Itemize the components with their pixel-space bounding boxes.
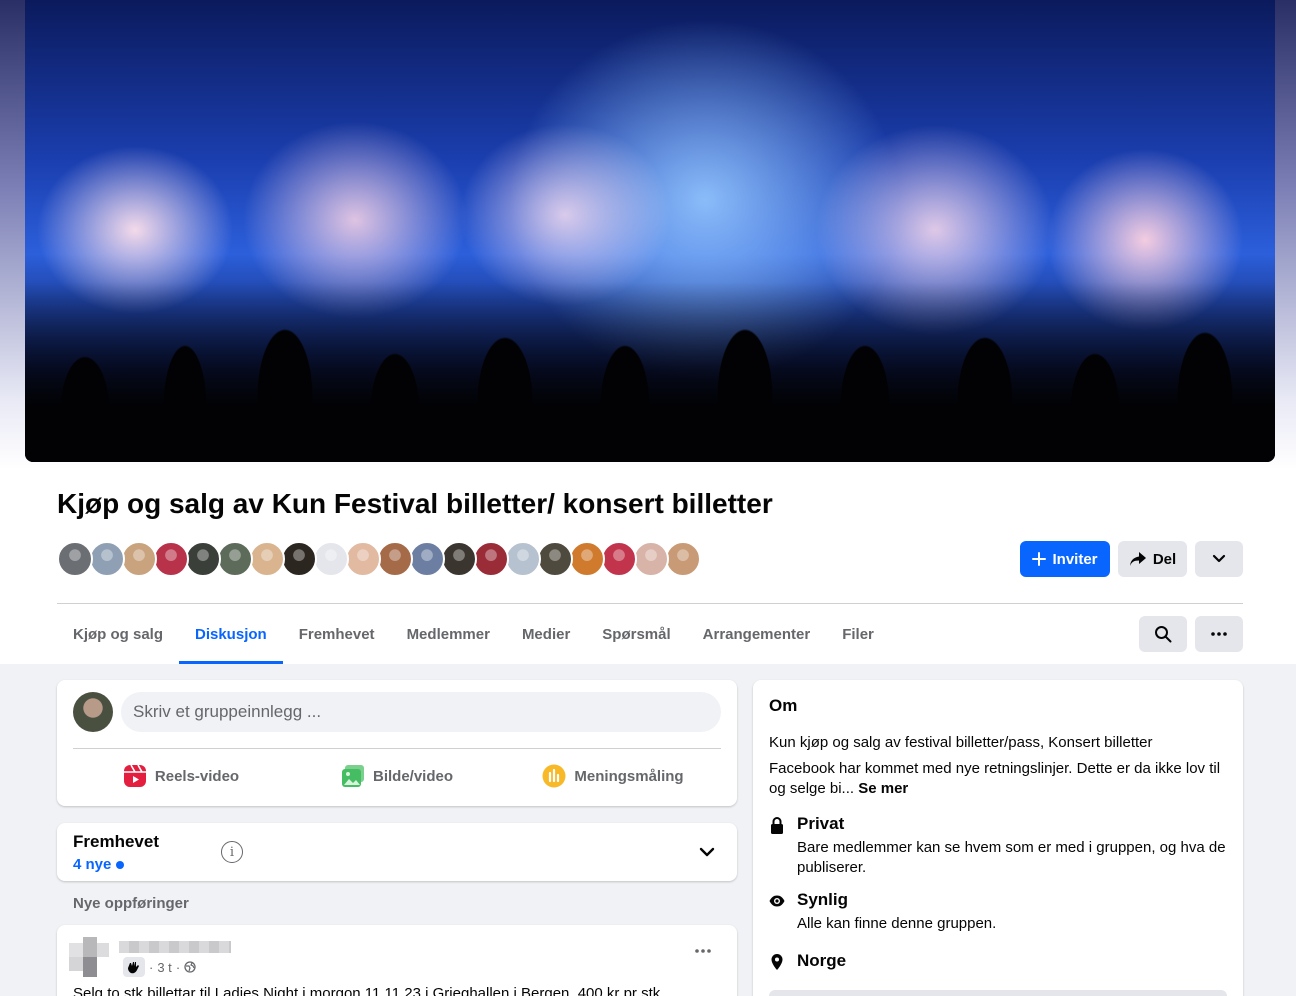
post-author-name-blurred[interactable] xyxy=(119,941,231,953)
tab-kjøp-og-salg[interactable]: Kjøp og salg xyxy=(57,604,179,664)
about-guidelines-snippet: Facebook har kommet med nye retningslinj… xyxy=(769,760,1221,797)
cover-photo[interactable] xyxy=(25,0,1275,462)
member-avatar[interactable] xyxy=(633,541,669,577)
waving-hand-badge-icon xyxy=(123,957,145,977)
about-guidelines-text: Facebook har kommet med nye retningslinj… xyxy=(769,759,1229,799)
featured-section[interactable]: Fremhevet 4 nye i xyxy=(57,823,737,881)
member-avatar[interactable] xyxy=(313,541,349,577)
featured-new-count: 4 nye xyxy=(73,856,125,873)
create-post-placeholder: Skriv et gruppeinnlegg ... xyxy=(133,702,322,721)
reels-video-button[interactable]: Reels-video xyxy=(73,756,289,796)
invite-label: Inviter xyxy=(1052,550,1098,568)
member-avatar[interactable] xyxy=(473,541,509,577)
learn-more-button[interactable] xyxy=(769,990,1227,996)
tab-arrangementer[interactable]: Arrangementer xyxy=(687,604,827,664)
post-author-avatar[interactable] xyxy=(69,933,113,977)
search-group-button[interactable] xyxy=(1139,616,1187,652)
member-avatar[interactable] xyxy=(345,541,381,577)
eye-icon xyxy=(769,895,785,907)
member-avatar[interactable] xyxy=(249,541,285,577)
photo-video-button[interactable]: Bilde/video xyxy=(289,756,505,796)
composer-actions: Reels-video Bilde/video Meningsmåling xyxy=(73,756,721,796)
globe-icon xyxy=(184,961,196,973)
member-avatar[interactable] xyxy=(281,541,317,577)
tabs-more-button[interactable] xyxy=(1195,616,1243,652)
member-avatar[interactable] xyxy=(409,541,445,577)
featured-title: Fremhevet xyxy=(73,832,159,851)
post-meta: · 3 t · xyxy=(123,957,196,977)
current-user-avatar[interactable] xyxy=(73,692,113,732)
cover-crowd-silhouette xyxy=(25,282,1275,462)
info-icon[interactable]: i xyxy=(221,841,243,863)
post-options-button[interactable] xyxy=(685,941,721,961)
about-card: Om Kun kjøp og salg av festival billette… xyxy=(753,680,1243,996)
feed-section-label: Nye oppføringer xyxy=(73,895,189,912)
post-dot-separator: · xyxy=(175,959,181,975)
share-label: Del xyxy=(1152,550,1177,568)
photo-video-label: Bilde/video xyxy=(372,767,454,785)
location-pin-icon xyxy=(771,954,783,970)
member-avatar[interactable] xyxy=(537,541,573,577)
member-avatar[interactable] xyxy=(665,541,701,577)
more-options-dropdown-button[interactable] xyxy=(1195,541,1243,577)
feed-post: · 3 t · Selg to stk billettar til Ladies… xyxy=(57,925,737,996)
member-avatar[interactable] xyxy=(217,541,253,577)
chevron-down-icon[interactable] xyxy=(697,842,717,862)
post-dot-separator: · xyxy=(149,959,154,975)
post-time[interactable]: 3 t xyxy=(157,960,171,975)
invite-button[interactable]: Inviter xyxy=(1020,541,1110,577)
member-avatars[interactable] xyxy=(57,541,701,577)
group-title[interactable]: Kjøp og salg av Kun Festival billetter/ … xyxy=(57,488,773,520)
lock-icon xyxy=(771,817,783,834)
poll-icon xyxy=(542,764,566,788)
member-avatar[interactable] xyxy=(185,541,221,577)
tab-diskusjon[interactable]: Diskusjon xyxy=(179,604,283,664)
location-name[interactable]: Norge xyxy=(797,951,846,971)
reels-icon xyxy=(123,764,146,787)
member-avatar[interactable] xyxy=(569,541,605,577)
share-button[interactable]: Del xyxy=(1118,541,1187,577)
member-avatar[interactable] xyxy=(89,541,125,577)
tab-filer[interactable]: Filer xyxy=(826,604,890,664)
chevron-down-icon xyxy=(1212,554,1226,563)
plus-icon xyxy=(1032,552,1047,566)
member-avatar[interactable] xyxy=(153,541,189,577)
featured-new-label: 4 nye xyxy=(73,856,112,873)
share-arrow-icon xyxy=(1129,552,1146,566)
privacy-description: Bare medlemmer kan se hvem som er med i … xyxy=(797,839,1226,876)
member-avatar[interactable] xyxy=(377,541,413,577)
tab-medier[interactable]: Medier xyxy=(506,604,586,664)
about-description: Kun kjøp og salg av festival billetter/p… xyxy=(769,734,1153,751)
privacy-title: Privat xyxy=(797,814,845,833)
member-avatar[interactable] xyxy=(505,541,541,577)
reels-video-label: Reels-video xyxy=(154,767,240,785)
group-tabs: Kjøp og salg Diskusjon Fremhevet Medlemmer M… xyxy=(57,604,890,664)
post-text: Selg to stk billettar til Ladies Night i… xyxy=(73,985,661,996)
ellipsis-icon xyxy=(1211,632,1227,636)
create-post-input[interactable]: Skriv et gruppeinnlegg ... xyxy=(121,692,721,732)
member-avatar[interactable] xyxy=(121,541,157,577)
visibility-title: Synlig xyxy=(797,890,849,909)
ellipsis-icon xyxy=(695,949,711,953)
member-avatar[interactable] xyxy=(601,541,637,577)
see-more-link[interactable]: Se mer xyxy=(858,780,908,797)
tab-fremhevet[interactable]: Fremhevet xyxy=(283,604,391,664)
poll-label: Meningsmåling xyxy=(574,767,684,785)
post-composer: Skriv et gruppeinnlegg ... Reels-video B… xyxy=(57,680,737,806)
composer-divider xyxy=(73,748,721,749)
visibility-description: Alle kan finne denne gruppen. xyxy=(797,915,997,932)
tab-spørsmål[interactable]: Spørsmål xyxy=(586,604,686,664)
unread-dot xyxy=(116,860,125,869)
member-avatar[interactable] xyxy=(57,541,93,577)
about-heading: Om xyxy=(769,696,798,715)
search-icon xyxy=(1155,626,1172,643)
photo-icon xyxy=(341,765,364,787)
poll-button[interactable]: Meningsmåling xyxy=(505,756,721,796)
tab-medlemmer[interactable]: Medlemmer xyxy=(391,604,506,664)
member-avatar[interactable] xyxy=(441,541,477,577)
